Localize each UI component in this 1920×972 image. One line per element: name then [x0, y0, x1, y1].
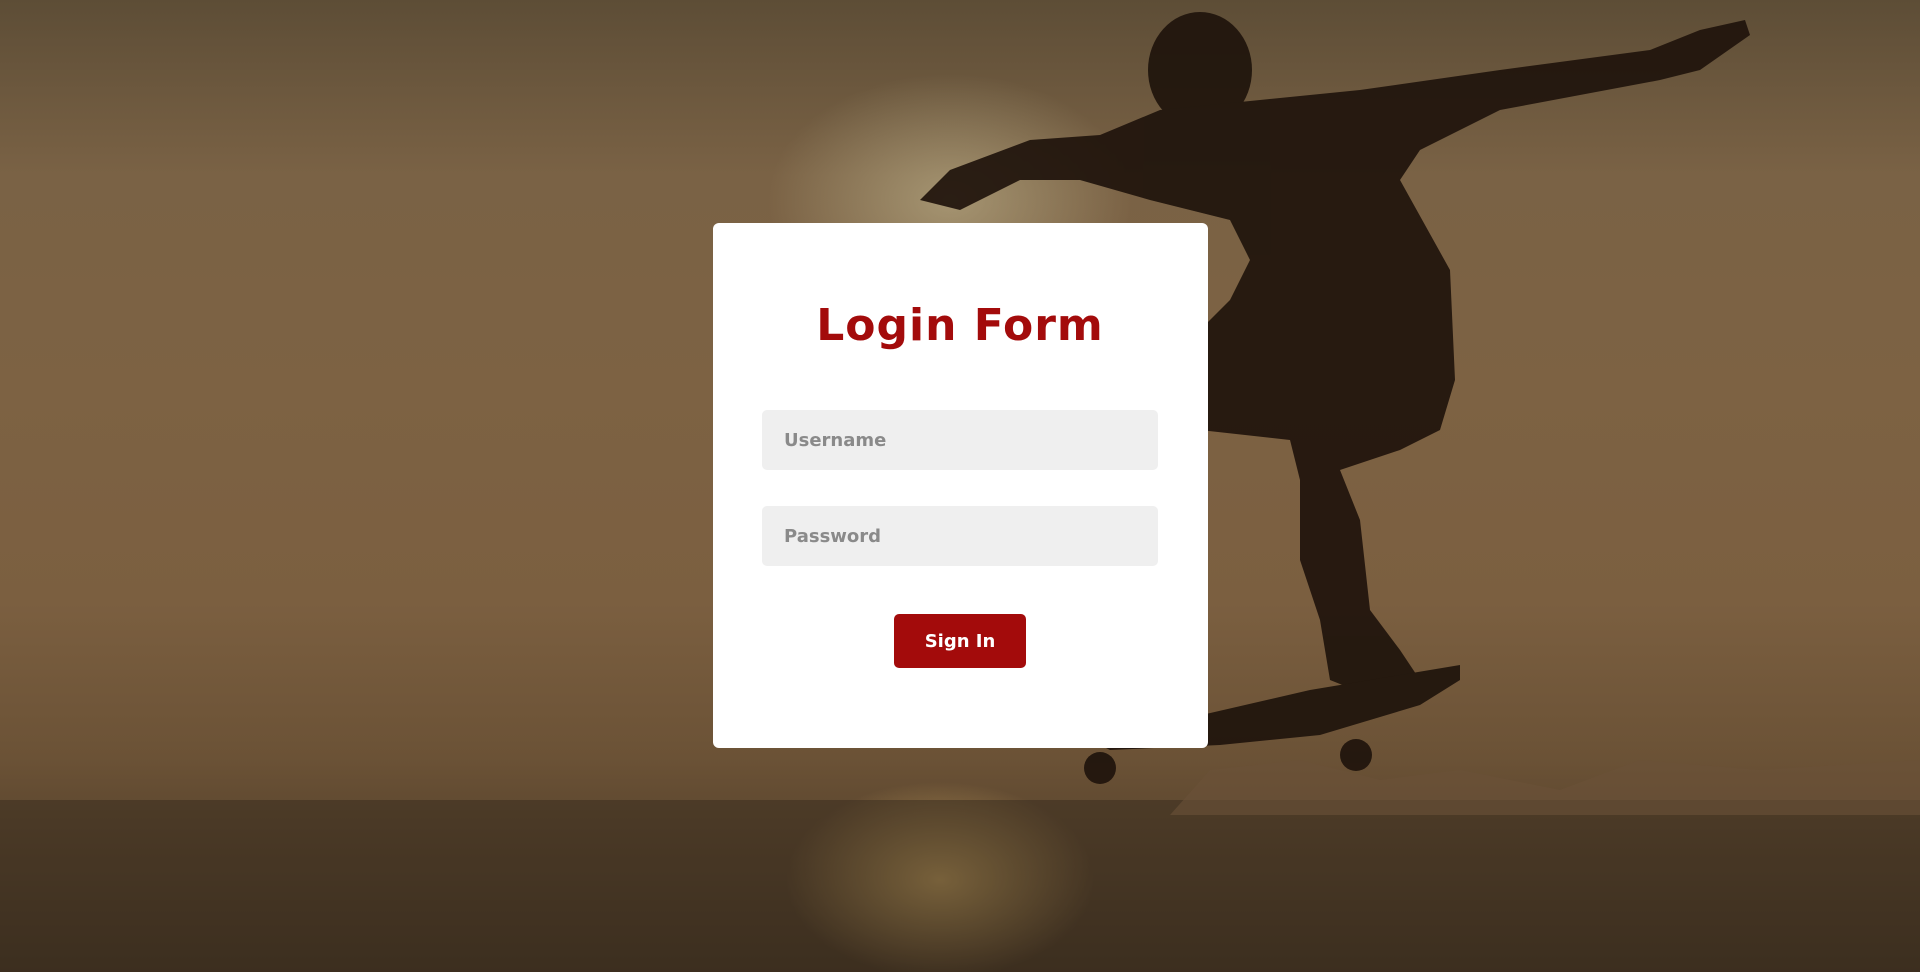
password-input[interactable]: [762, 506, 1158, 566]
sign-in-button[interactable]: Sign In: [894, 614, 1026, 668]
username-input[interactable]: [762, 410, 1158, 470]
login-title: Login Form: [816, 300, 1104, 351]
